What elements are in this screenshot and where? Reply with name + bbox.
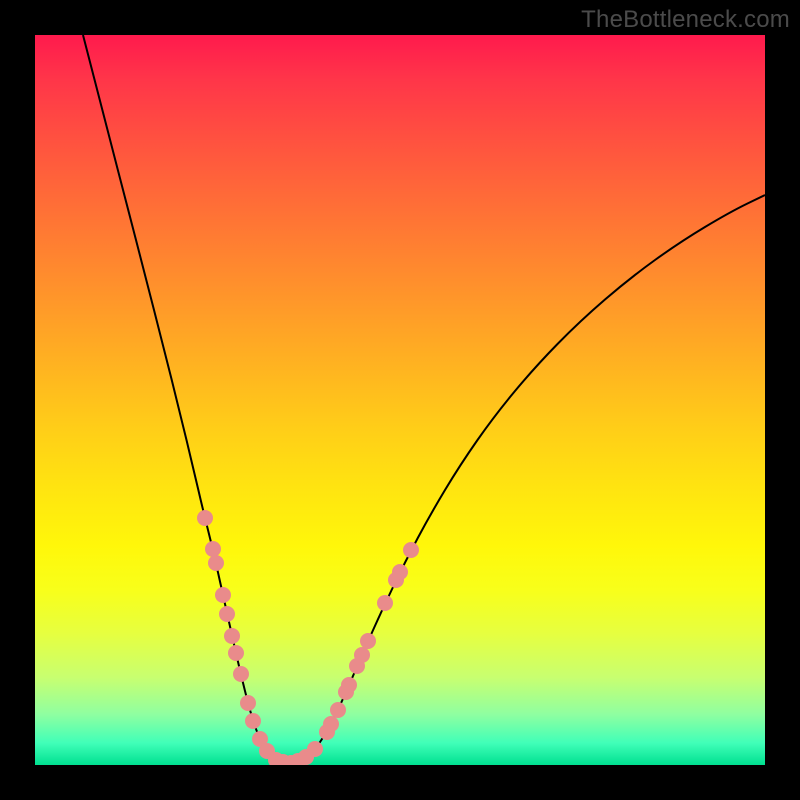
data-marker [392,564,408,580]
data-marker [224,628,240,644]
data-markers [197,510,419,765]
data-marker [403,542,419,558]
data-marker [215,587,231,603]
data-marker [233,666,249,682]
data-marker [341,677,357,693]
data-marker [360,633,376,649]
bottleneck-curve [83,35,765,763]
data-marker [240,695,256,711]
data-marker [354,647,370,663]
data-marker [307,741,323,757]
data-marker [323,716,339,732]
data-marker [245,713,261,729]
chart-frame: TheBottleneck.com [0,0,800,800]
data-marker [208,555,224,571]
data-marker [377,595,393,611]
data-marker [228,645,244,661]
data-marker [197,510,213,526]
chart-svg [35,35,765,765]
watermark-text: TheBottleneck.com [581,6,790,34]
data-marker [219,606,235,622]
plot-area [35,35,765,765]
data-marker [330,702,346,718]
data-marker [205,541,221,557]
